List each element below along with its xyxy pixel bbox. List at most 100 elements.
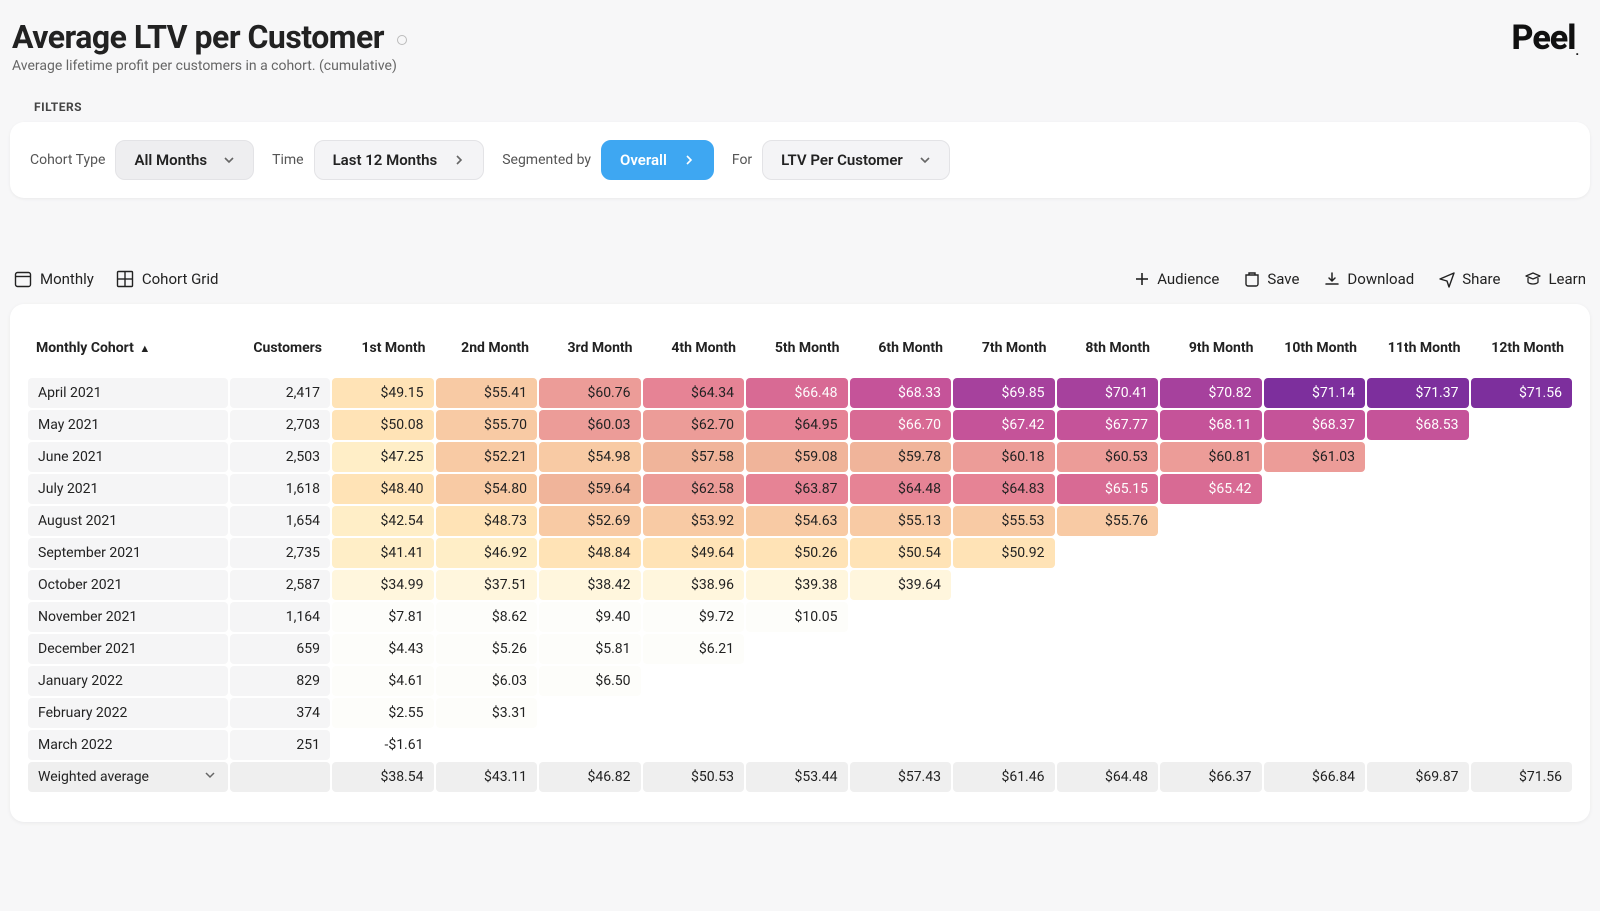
table-row: June 20212,503$47.25$52.21$54.98$57.58$5… xyxy=(28,442,1572,472)
cohort-name-cell[interactable]: May 2021 xyxy=(28,410,228,440)
view-monthly-button[interactable]: Monthly xyxy=(14,270,94,288)
download-button[interactable]: Download xyxy=(1323,270,1414,288)
value-cell: $64.95 xyxy=(746,410,848,440)
value-cell xyxy=(1471,634,1573,664)
table-row: April 20212,417$49.15$55.41$60.76$64.34$… xyxy=(28,378,1572,408)
weighted-average-cell: $61.46 xyxy=(953,762,1055,792)
customers-cell: 2,735 xyxy=(230,538,330,568)
table-header[interactable]: Customers xyxy=(230,330,330,376)
table-header[interactable]: 9th Month xyxy=(1160,330,1262,376)
value-cell: $10.05 xyxy=(746,602,848,632)
cohort-table: Monthly Cohort ▲Customers1st Month2nd Mo… xyxy=(26,328,1574,794)
weighted-average-customers xyxy=(230,762,330,792)
time-select[interactable]: Last 12 Months xyxy=(314,140,485,180)
cohort-name-cell[interactable]: October 2021 xyxy=(28,570,228,600)
value-cell: $6.21 xyxy=(643,634,745,664)
value-cell xyxy=(1057,666,1159,696)
table-header[interactable]: 3rd Month xyxy=(539,330,641,376)
filters-heading: FILTERS xyxy=(34,100,1590,114)
value-cell xyxy=(953,730,1055,760)
cohort-type-value: All Months xyxy=(134,151,207,169)
value-cell xyxy=(850,730,952,760)
value-cell xyxy=(1367,474,1469,504)
value-cell xyxy=(746,666,848,696)
value-cell xyxy=(746,730,848,760)
cohort-name-cell[interactable]: November 2021 xyxy=(28,602,228,632)
value-cell: $49.64 xyxy=(643,538,745,568)
value-cell xyxy=(1367,570,1469,600)
value-cell xyxy=(1160,634,1262,664)
page-subtitle: Average lifetime profit per customers in… xyxy=(12,58,407,74)
cohort-name-cell[interactable]: September 2021 xyxy=(28,538,228,568)
value-cell: $71.56 xyxy=(1471,378,1573,408)
chevron-right-icon xyxy=(453,154,465,166)
value-cell: $50.08 xyxy=(332,410,434,440)
value-cell xyxy=(1264,474,1366,504)
segmented-select[interactable]: Overall xyxy=(601,140,714,180)
value-cell: $46.92 xyxy=(436,538,538,568)
table-header[interactable]: 5th Month xyxy=(746,330,848,376)
value-cell: $48.84 xyxy=(539,538,641,568)
table-header[interactable]: 4th Month xyxy=(643,330,745,376)
cohort-name-cell[interactable]: December 2021 xyxy=(28,634,228,664)
audience-label: Audience xyxy=(1157,270,1219,288)
cohort-name-cell[interactable]: August 2021 xyxy=(28,506,228,536)
customers-cell: 374 xyxy=(230,698,330,728)
value-cell xyxy=(850,602,952,632)
table-header[interactable]: 6th Month xyxy=(850,330,952,376)
view-cohort-grid-label: Cohort Grid xyxy=(142,270,219,288)
value-cell xyxy=(953,634,1055,664)
for-select[interactable]: LTV Per Customer xyxy=(762,140,950,180)
cohort-name-cell[interactable]: June 2021 xyxy=(28,442,228,472)
value-cell: $68.37 xyxy=(1264,410,1366,440)
value-cell xyxy=(1057,602,1159,632)
value-cell xyxy=(1264,506,1366,536)
chevron-down-icon xyxy=(204,769,216,785)
table-header[interactable]: Monthly Cohort ▲ xyxy=(28,330,228,376)
table-header[interactable]: 2nd Month xyxy=(436,330,538,376)
value-cell: $55.70 xyxy=(436,410,538,440)
save-button[interactable]: Save xyxy=(1243,270,1299,288)
value-cell xyxy=(850,666,952,696)
value-cell xyxy=(850,698,952,728)
value-cell xyxy=(1471,538,1573,568)
value-cell xyxy=(539,698,641,728)
value-cell: $63.87 xyxy=(746,474,848,504)
customers-cell: 1,618 xyxy=(230,474,330,504)
table-header[interactable]: 1st Month xyxy=(332,330,434,376)
cohort-type-select[interactable]: All Months xyxy=(115,140,254,180)
cohort-name-cell[interactable]: March 2022 xyxy=(28,730,228,760)
value-cell: $70.41 xyxy=(1057,378,1159,408)
value-cell xyxy=(539,730,641,760)
cohort-name-cell[interactable]: January 2022 xyxy=(28,666,228,696)
cohort-name-cell[interactable]: April 2021 xyxy=(28,378,228,408)
customers-cell: 659 xyxy=(230,634,330,664)
weighted-average-row[interactable]: Weighted average$38.54$43.11$46.82$50.53… xyxy=(28,762,1572,792)
table-header[interactable]: 12th Month xyxy=(1471,330,1573,376)
value-cell xyxy=(1057,698,1159,728)
value-cell xyxy=(1471,506,1573,536)
segmented-label: Segmented by xyxy=(502,152,591,168)
value-cell xyxy=(1471,442,1573,472)
value-cell xyxy=(1264,538,1366,568)
weighted-average-label[interactable]: Weighted average xyxy=(28,762,228,792)
chevron-right-icon xyxy=(683,154,695,166)
for-label: For xyxy=(732,152,752,168)
value-cell xyxy=(1367,634,1469,664)
table-header[interactable]: 10th Month xyxy=(1264,330,1366,376)
view-cohort-grid-button[interactable]: Cohort Grid xyxy=(116,270,219,288)
cohort-name-cell[interactable]: February 2022 xyxy=(28,698,228,728)
value-cell: $57.58 xyxy=(643,442,745,472)
info-icon[interactable] xyxy=(397,35,407,45)
value-cell: $55.13 xyxy=(850,506,952,536)
learn-button[interactable]: Learn xyxy=(1524,270,1586,288)
share-button[interactable]: Share xyxy=(1438,270,1500,288)
table-header[interactable]: 11th Month xyxy=(1367,330,1469,376)
value-cell: $68.53 xyxy=(1367,410,1469,440)
page-title: Average LTV per Customer xyxy=(12,18,407,56)
audience-button[interactable]: Audience xyxy=(1133,270,1219,288)
table-header[interactable]: 8th Month xyxy=(1057,330,1159,376)
cohort-name-cell[interactable]: July 2021 xyxy=(28,474,228,504)
table-header[interactable]: 7th Month xyxy=(953,330,1055,376)
value-cell: $60.03 xyxy=(539,410,641,440)
